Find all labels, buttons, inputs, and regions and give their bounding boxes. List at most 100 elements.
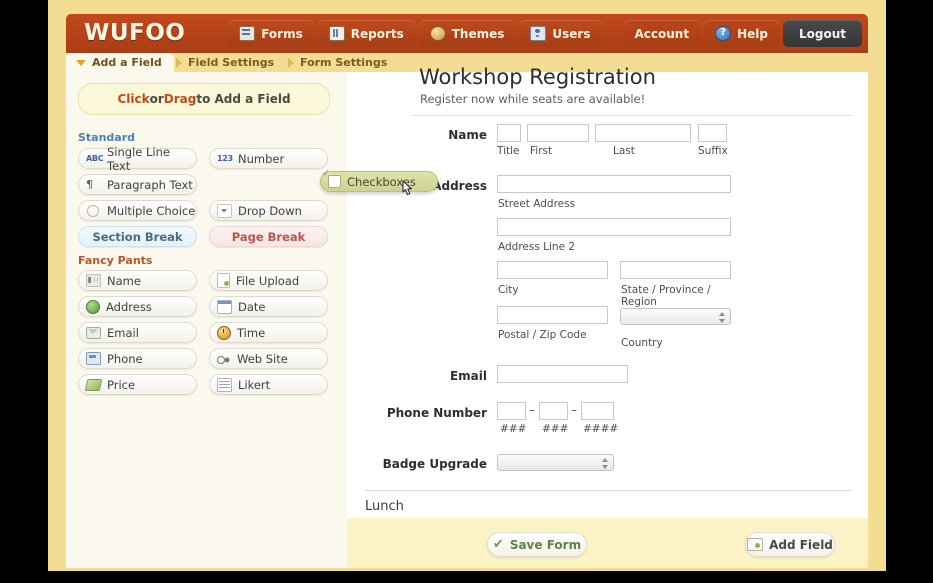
address-city-input[interactable] [497, 261, 608, 279]
tab-label-add-a-field: Add a Field [92, 56, 162, 69]
address-line2-sublabel: Address Line 2 [498, 241, 576, 253]
header-divider [412, 115, 852, 116]
nav-label-logout: Logout [798, 26, 846, 41]
screen: WUFOO Forms Reports Themes Users Account… [0, 0, 933, 583]
nav-item-themes[interactable]: Themes [418, 20, 516, 47]
palette-label-page-break: Page Break [231, 229, 306, 244]
section-break-divider [365, 490, 852, 491]
phone-icon [86, 352, 101, 365]
clock-icon [217, 325, 231, 340]
palette-label-name: Name [107, 273, 141, 288]
palette-time[interactable]: Time [209, 322, 328, 343]
address-state-input[interactable] [620, 261, 731, 279]
top-navigation: Forms Reports Themes Users Account ? Hel… [228, 20, 862, 47]
nav-item-account[interactable]: Account [623, 20, 701, 47]
palette-multiple-choice[interactable]: Multiple Choice [78, 200, 197, 221]
tab-add-a-field[interactable]: Add a Field [66, 53, 174, 72]
users-icon [530, 26, 547, 41]
palette-label-paragraph-text: Paragraph Text [107, 177, 193, 192]
palette-file-upload[interactable]: File Upload [209, 270, 328, 291]
name-title-input[interactable] [497, 124, 521, 142]
chevron-right-icon [176, 57, 182, 68]
dropdown-icon [217, 203, 232, 218]
palette-single-line-text[interactable]: ABC Single Line Text [78, 145, 197, 173]
reports-icon [328, 26, 345, 41]
palette-section-break[interactable]: Section Break [78, 226, 197, 247]
left-letterbox [0, 0, 48, 583]
name-last-input[interactable] [595, 124, 691, 142]
envelope-icon [86, 326, 101, 339]
nav-item-forms[interactable]: Forms [228, 20, 314, 47]
address-postal-input[interactable] [497, 306, 608, 324]
address-street-input[interactable] [497, 175, 731, 193]
nav-item-reports[interactable]: Reports [317, 20, 415, 47]
palette-name[interactable]: Name [78, 270, 197, 291]
palette-page-break[interactable]: Page Break [209, 226, 328, 247]
palette-date[interactable]: Date [209, 296, 328, 317]
add-field-hint: Click or Drag to Add a Field [78, 83, 330, 115]
palette-email[interactable]: Email [78, 322, 197, 343]
top-header-bar: WUFOO Forms Reports Themes Users Account… [66, 14, 868, 53]
palette-label-number: Number [238, 151, 285, 166]
name-suffix-input[interactable] [698, 124, 727, 142]
palette-drop-down[interactable]: Drop Down [209, 200, 328, 221]
spinner-icon-badge [602, 458, 609, 469]
nav-item-users[interactable]: Users [519, 20, 602, 47]
abc-icon: ABC [86, 154, 104, 163]
name-first-input[interactable] [527, 124, 589, 142]
nav-label-account: Account [634, 26, 690, 41]
bottom-letterbox [0, 571, 933, 583]
palette-label-email: Email [107, 325, 139, 340]
nav-label-users: Users [552, 26, 591, 41]
palette-label-section-break: Section Break [92, 229, 183, 244]
app-page: WUFOO Forms Reports Themes Users Account… [48, 0, 886, 583]
phone-prefix-sublabel: ### [542, 423, 569, 435]
themes-icon [429, 26, 446, 41]
badge-upgrade-select[interactable] [497, 454, 614, 471]
palette-likert[interactable]: Likert [209, 374, 328, 395]
nav-item-help[interactable]: Help [704, 20, 779, 47]
tab-label-field-settings: Field Settings [188, 56, 275, 69]
save-form-button[interactable]: ✔ Save Form [487, 532, 587, 557]
phone-area-input[interactable] [497, 402, 526, 420]
tab-form-settings[interactable]: Form Settings [278, 53, 397, 72]
wufoo-logo: WUFOO [84, 20, 186, 46]
nav-label-forms: Forms [261, 26, 303, 41]
address-postal-sublabel: Postal / Zip Code [498, 329, 587, 341]
nav-label-help: Help [737, 26, 768, 41]
address-line2-input[interactable] [497, 218, 731, 236]
section-heading-standard: Standard [78, 131, 136, 144]
nav-label-reports: Reports [350, 26, 404, 41]
forms-icon [239, 26, 256, 41]
save-form-label: Save Form [509, 537, 582, 552]
email-input[interactable] [497, 365, 628, 383]
spinner-icon-country [719, 312, 726, 323]
money-icon [84, 378, 103, 391]
palette-web-site[interactable]: Web Site [209, 348, 328, 369]
palette-label-address: Address [106, 299, 152, 314]
palette-price[interactable]: Price [78, 374, 197, 395]
phone-separator-2: – [571, 403, 577, 417]
hint-or: or [149, 92, 164, 106]
address-country-select[interactable] [620, 308, 731, 325]
section-break-label-lunch: Lunch [365, 499, 404, 514]
hint-click: Click [117, 92, 150, 106]
phone-prefix-input[interactable] [539, 402, 568, 420]
palette-number[interactable]: 123 Number [209, 148, 328, 169]
dragging-field-checkboxes[interactable]: Checkboxes [320, 171, 438, 192]
field-label-badge-upgrade: Badge Upgrade [382, 457, 487, 471]
add-field-button[interactable]: Add Field [745, 532, 835, 557]
address-state-sublabel: State / Province / Region [621, 284, 711, 308]
address-street-sublabel: Street Address [498, 198, 576, 210]
logout-button[interactable]: Logout [782, 20, 862, 47]
palette-label-price: Price [107, 377, 136, 392]
tab-field-settings[interactable]: Field Settings [166, 53, 284, 72]
checkbox-icon [328, 175, 341, 188]
palette-address[interactable]: Address [78, 296, 197, 317]
phone-line-input[interactable] [581, 402, 614, 420]
palette-label-date: Date [238, 299, 266, 314]
palette-phone[interactable]: Phone [78, 348, 197, 369]
palette-paragraph-text[interactable]: ¶ Paragraph Text [78, 174, 197, 195]
field-label-name: Name [448, 128, 487, 142]
add-field-label: Add Field [769, 537, 833, 552]
